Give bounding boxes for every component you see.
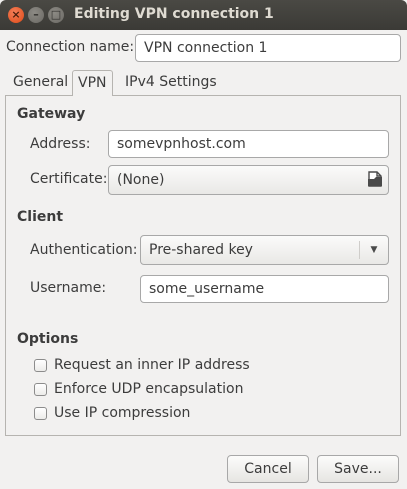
cancel-button[interactable]: Cancel	[227, 455, 309, 483]
connection-name-input[interactable]: VPN connection 1	[135, 34, 401, 62]
certificate-value: (None)	[117, 172, 165, 188]
window-title: Editing VPN connection 1	[74, 6, 274, 22]
close-window-button[interactable]: ×	[8, 7, 24, 23]
open-file-icon	[368, 171, 382, 187]
authentication-label: Authentication:	[30, 242, 138, 258]
gateway-heading: Gateway	[17, 106, 86, 122]
username-label: Username:	[30, 280, 107, 296]
ip-compression-label[interactable]: Use IP compression	[54, 405, 190, 421]
checkbox-udp-encapsulation[interactable]	[34, 383, 47, 396]
checkbox-ip-compression[interactable]	[34, 407, 47, 420]
username-input[interactable]: some_username	[140, 275, 389, 303]
checkbox-inner-ip[interactable]	[34, 359, 47, 372]
certificate-file-chooser[interactable]: (None)	[108, 165, 389, 195]
authentication-dropdown[interactable]: Pre-shared key ▼	[140, 235, 389, 265]
options-heading: Options	[17, 331, 79, 347]
tab-general[interactable]: General	[8, 70, 73, 94]
certificate-label: Certificate:	[30, 171, 108, 187]
address-label: Address:	[30, 136, 91, 152]
udp-encapsulation-label[interactable]: Enforce UDP encapsulation	[54, 381, 243, 397]
client-heading: Client	[17, 209, 64, 225]
authentication-value: Pre-shared key	[149, 242, 253, 258]
save-button[interactable]: Save...	[317, 455, 399, 483]
connection-name-label: Connection name:	[6, 39, 135, 55]
minimize-window-button[interactable]: –	[28, 7, 44, 23]
title-bar: × – □ Editing VPN connection 1	[0, 0, 407, 30]
tab-vpn[interactable]: VPN	[72, 70, 113, 96]
inner-ip-label[interactable]: Request an inner IP address	[54, 357, 250, 373]
maximize-window-button[interactable]: □	[48, 7, 64, 23]
dropdown-arrow-icon: ▼	[370, 245, 378, 255]
tab-ipv4-settings[interactable]: IPv4 Settings	[120, 70, 222, 94]
address-input[interactable]: somevpnhost.com	[108, 130, 389, 158]
